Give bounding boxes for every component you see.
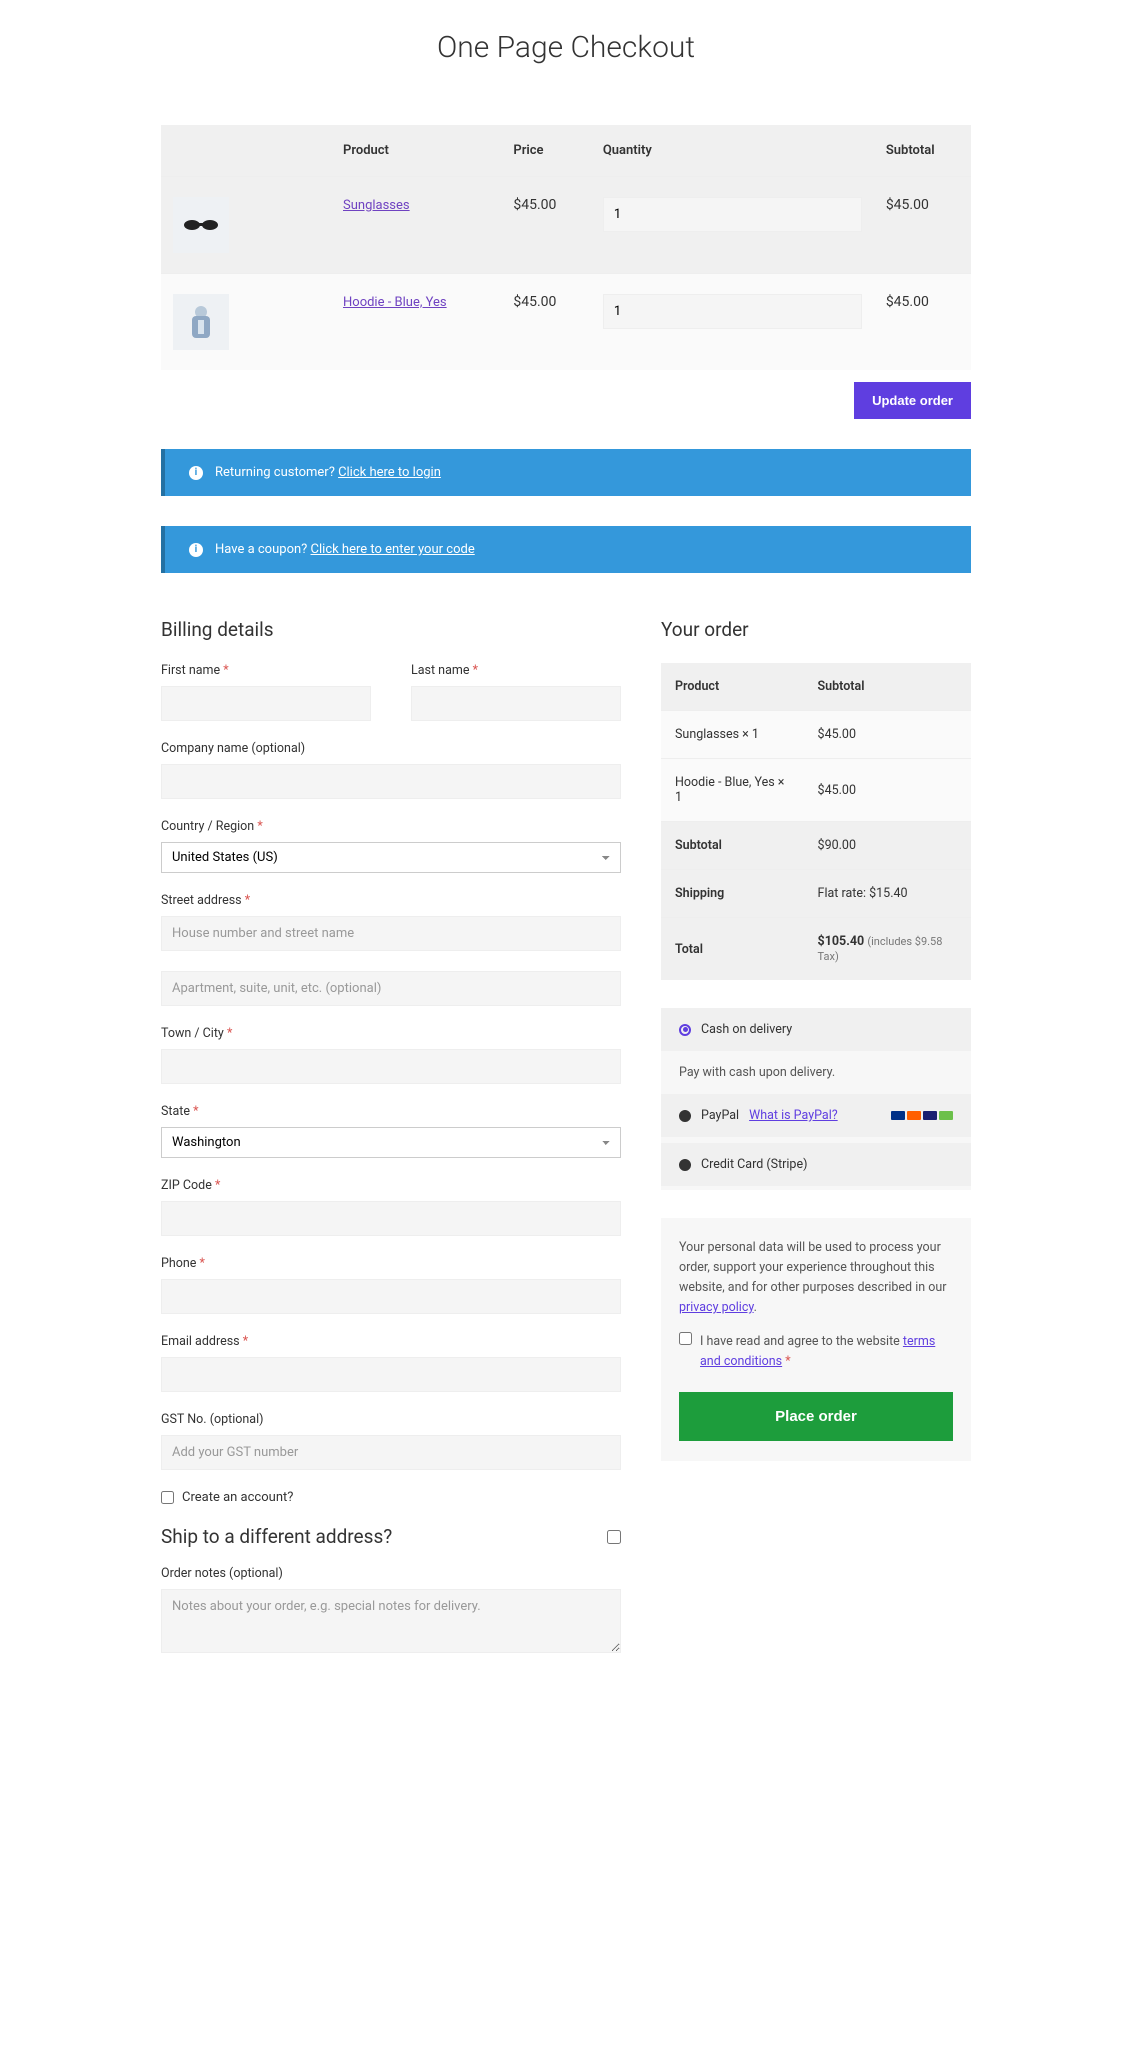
login-notice: i Returning customer? Click here to logi… (161, 449, 971, 496)
cart-row: Hoodie - Blue, Yes $45.00 $45.00 (161, 274, 971, 371)
country-select[interactable]: United States (US) (161, 842, 621, 873)
product-thumb (173, 294, 229, 350)
create-account-label: Create an account? (182, 1490, 293, 1505)
info-icon: i (189, 543, 203, 557)
create-account-checkbox[interactable] (161, 1491, 174, 1504)
col-price: Price (501, 125, 590, 177)
card-logos (891, 1111, 953, 1120)
quantity-input[interactable] (603, 294, 862, 329)
col-product: Product (331, 125, 501, 177)
order-notes-input[interactable] (161, 1589, 621, 1653)
company-input[interactable] (161, 764, 621, 799)
paypal-help-link[interactable]: What is PayPal? (749, 1108, 838, 1123)
shipping-heading: Ship to a different address? (161, 1525, 621, 1548)
coupon-link[interactable]: Click here to enter your code (311, 542, 475, 557)
gst-input[interactable] (161, 1435, 621, 1470)
product-price: $45.00 (501, 177, 590, 274)
payment-option-cod[interactable]: Cash on delivery (661, 1008, 971, 1051)
city-input[interactable] (161, 1049, 621, 1084)
product-price: $45.00 (501, 274, 590, 371)
zip-input[interactable] (161, 1201, 621, 1236)
col-quantity: Quantity (591, 125, 874, 177)
terms-box: Your personal data will be used to proce… (661, 1218, 971, 1461)
payment-methods: Cash on delivery Pay with cash upon deli… (661, 1008, 971, 1190)
payment-option-paypal[interactable]: PayPal What is PayPal? (661, 1094, 971, 1137)
phone-input[interactable] (161, 1279, 621, 1314)
order-notes-label: Order notes (optional) (161, 1566, 621, 1581)
shipping-value: Flat rate: $15.40 (804, 870, 971, 918)
coupon-notice: i Have a coupon? Click here to enter you… (161, 526, 971, 573)
zip-label: ZIP Code * (161, 1178, 621, 1193)
street-label: Street address * (161, 893, 621, 908)
company-label: Company name (optional) (161, 741, 621, 756)
street-input[interactable] (161, 916, 621, 951)
quantity-input[interactable] (603, 197, 862, 232)
order-line: Hoodie - Blue, Yes × 1 $45.00 (661, 759, 971, 822)
state-label: State * (161, 1104, 621, 1119)
city-label: Town / City * (161, 1026, 621, 1041)
product-link[interactable]: Hoodie - Blue, Yes (343, 295, 447, 310)
place-order-button[interactable]: Place order (679, 1392, 953, 1441)
terms-checkbox[interactable] (679, 1332, 692, 1345)
order-line: Sunglasses × 1 $45.00 (661, 711, 971, 759)
page-title: One Page Checkout (161, 30, 971, 65)
cart-row: Sunglasses $45.00 $45.00 (161, 177, 971, 274)
billing-heading: Billing details (161, 618, 621, 641)
update-order-button[interactable]: Update order (854, 382, 971, 419)
radio-icon (679, 1110, 691, 1122)
radio-icon (679, 1159, 691, 1171)
cart-table: Product Price Quantity Subtotal Sunglass… (161, 125, 971, 370)
subtotal-label: Subtotal (661, 822, 804, 870)
order-th-subtotal: Subtotal (804, 663, 971, 711)
subtotal-value: $90.00 (804, 822, 971, 870)
first-name-label: First name * (161, 663, 371, 678)
privacy-policy-link[interactable]: privacy policy (679, 1300, 754, 1315)
street2-input[interactable] (161, 971, 621, 1006)
phone-label: Phone * (161, 1256, 621, 1271)
email-input[interactable] (161, 1357, 621, 1392)
total-label: Total (661, 918, 804, 981)
payment-option-stripe[interactable]: Credit Card (Stripe) (661, 1143, 971, 1186)
first-name-input[interactable] (161, 686, 371, 721)
state-select[interactable]: Washington (161, 1127, 621, 1158)
product-subtotal: $45.00 (874, 274, 971, 371)
order-th-product: Product (661, 663, 804, 711)
col-subtotal: Subtotal (874, 125, 971, 177)
shipping-label: Shipping (661, 870, 804, 918)
radio-icon (679, 1024, 691, 1036)
info-icon: i (189, 466, 203, 480)
email-label: Email address * (161, 1334, 621, 1349)
order-heading: Your order (661, 618, 971, 641)
total-value: $105.40 (includes $9.58 Tax) (804, 918, 971, 981)
gst-label: GST No. (optional) (161, 1412, 621, 1427)
order-summary-table: Product Subtotal Sunglasses × 1 $45.00 H… (661, 663, 971, 980)
ship-different-checkbox[interactable] (607, 1530, 621, 1544)
cod-description: Pay with cash upon delivery. (661, 1051, 971, 1094)
country-label: Country / Region * (161, 819, 621, 834)
product-subtotal: $45.00 (874, 177, 971, 274)
product-thumb (173, 197, 229, 253)
last-name-input[interactable] (411, 686, 621, 721)
login-link[interactable]: Click here to login (338, 465, 441, 480)
product-link[interactable]: Sunglasses (343, 198, 410, 213)
last-name-label: Last name * (411, 663, 621, 678)
